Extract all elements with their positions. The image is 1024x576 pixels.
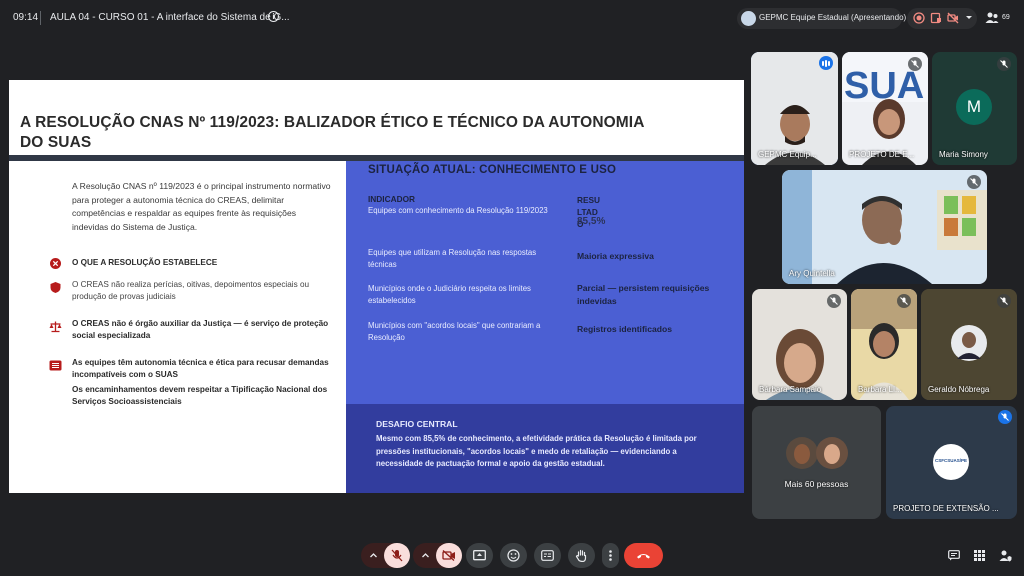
avatar: M xyxy=(956,89,992,125)
list-icon xyxy=(49,360,62,371)
indicator-column-header: INDICADOR xyxy=(368,194,416,204)
participant-tile[interactable]: M Maria Simony xyxy=(932,52,1017,165)
logo-text: CSFCSUAS/PE xyxy=(934,458,967,463)
participant-name: Geraldo Nóbrega xyxy=(928,385,990,394)
table-row-result: 85,5% xyxy=(577,216,606,227)
chevron-up-icon[interactable] xyxy=(369,551,378,560)
divider xyxy=(40,11,41,25)
present-screen-icon xyxy=(473,550,486,561)
participant-avatars xyxy=(786,437,848,469)
hand-icon xyxy=(575,549,587,562)
record-icon[interactable] xyxy=(913,12,925,24)
captions-button[interactable] xyxy=(534,543,561,568)
camera-off-icon xyxy=(442,550,455,561)
participant-tile[interactable]: Bárbara Sampaio xyxy=(752,289,847,400)
more-vert-icon xyxy=(609,550,612,561)
list-item-text: O QUE A RESOLUÇÃO ESTABELECE xyxy=(72,258,218,267)
desafio-heading: DESAFIO CENTRAL xyxy=(376,419,458,429)
chat-icon[interactable] xyxy=(948,550,960,561)
desafio-box: DESAFIO CENTRAL Mesmo com 85,5% de conhe… xyxy=(346,404,744,493)
more-participants-tile[interactable]: Mais 60 pessoas xyxy=(752,406,881,519)
table-row-result: Maioria expressiva xyxy=(577,251,654,261)
mic-toggle-group[interactable] xyxy=(361,543,410,568)
emoji-icon xyxy=(507,549,520,562)
situacao-heading: SITUAÇÃO ATUAL: CONHECIMENTO E USO xyxy=(368,164,617,176)
mic-off-icon xyxy=(908,57,922,71)
more-options-button[interactable] xyxy=(602,543,619,568)
presenter-avatar xyxy=(741,11,756,26)
meeting-title: AULA 04 - CURSO 01 - A interface do Sist… xyxy=(50,12,290,23)
activities-icon[interactable] xyxy=(974,550,985,561)
slide-right-column: SITUAÇÃO ATUAL: CONHECIMENTO E USO INDIC… xyxy=(346,161,744,493)
camera-off-icon[interactable] xyxy=(947,12,959,24)
participant-name: Barbara Ll... xyxy=(858,385,902,394)
reactions-button[interactable] xyxy=(500,543,527,568)
participant-tile[interactable]: Ary Quintella xyxy=(782,170,987,284)
presenting-label: GEPMC Equipe Estadual (Apresentando) xyxy=(759,13,907,22)
presenting-chip[interactable]: GEPMC Equipe Estadual (Apresentando) xyxy=(737,8,906,29)
clock: 09:14 xyxy=(13,12,39,23)
chevron-down-icon[interactable] xyxy=(963,12,975,24)
mic-off-icon xyxy=(997,294,1011,308)
participant-tile[interactable]: Barbara Ll... xyxy=(851,289,917,400)
table-row-indicator: Equipes com conhecimento da Resolução 11… xyxy=(368,206,548,215)
present-button[interactable] xyxy=(466,543,493,568)
camera-off-button[interactable] xyxy=(436,543,462,568)
participant-tile[interactable]: GEPMC Equip... xyxy=(751,52,838,165)
participant-video xyxy=(782,170,987,284)
table-row-indicator: Equipes que utilizam a Resolução nas res… xyxy=(368,248,537,269)
participant-name: PROJETO DE EXTENSÃO ... xyxy=(893,504,999,513)
camera-toggle-group[interactable] xyxy=(413,543,462,568)
slide-title: A RESOLUÇÃO CNAS Nº 119/2023: BALIZADOR … xyxy=(20,114,644,151)
speaking-indicator-icon xyxy=(819,56,833,70)
participant-tile[interactable]: Geraldo Nóbrega xyxy=(921,289,1017,400)
end-call-icon xyxy=(637,554,650,559)
people-icon xyxy=(985,12,999,23)
people-button[interactable]: 69 xyxy=(983,9,1015,28)
mic-off-icon xyxy=(827,294,841,308)
mic-off-icon xyxy=(997,57,1011,71)
participant-name: Bárbara Sampaio xyxy=(759,385,822,394)
table-row-result: Parcial — persistem requisições indevida… xyxy=(577,283,710,306)
participant-name: GEPMC Equip... xyxy=(758,150,817,159)
chevron-up-icon[interactable] xyxy=(421,551,430,560)
captions-icon xyxy=(541,550,554,561)
list-item-text: O CREAS não é órgão auxiliar da Justiça … xyxy=(72,319,329,340)
participant-name: PROJETO DE E... xyxy=(849,150,915,159)
list-item-text: As equipes têm autonomia técnica e ética… xyxy=(72,358,329,379)
participant-count: 69 xyxy=(1002,14,1010,21)
participant-tile[interactable]: CSFCSUAS/PE PROJETO DE EXTENSÃO ... xyxy=(886,406,1017,519)
presentation-slide: A RESOLUÇÃO CNAS Nº 119/2023: BALIZADOR … xyxy=(9,80,744,493)
intro-paragraph: A Resolução CNAS nº 119/2023 é o princip… xyxy=(72,181,331,232)
scale-icon xyxy=(49,321,62,333)
top-bar: 09:14 AULA 04 - CURSO 01 - A interface d… xyxy=(0,0,1024,36)
desafio-text: Mesmo com 85,5% de conhecimento, a efeti… xyxy=(376,434,697,468)
mic-off-icon xyxy=(897,294,911,308)
more-participants-label: Mais 60 pessoas xyxy=(784,479,849,489)
mic-off-icon xyxy=(998,410,1012,424)
x-circle-icon xyxy=(50,258,61,269)
host-controls-icon[interactable] xyxy=(999,549,1012,562)
mic-off-icon xyxy=(967,175,981,189)
participant-name: Ary Quintella xyxy=(789,269,835,278)
table-row-indicator: Municípios onde o Judiciário respeita os… xyxy=(368,284,531,305)
mic-off-button[interactable] xyxy=(384,543,410,568)
participant-tile[interactable]: SUA PROJETO DE E... xyxy=(842,52,928,165)
list-item-text: O CREAS não realiza perícias, oitivas, d… xyxy=(72,280,310,301)
host-controls[interactable] xyxy=(907,8,977,29)
info-icon[interactable]: i xyxy=(268,11,279,22)
shield-icon xyxy=(50,282,61,293)
mic-off-icon xyxy=(391,549,403,562)
list-item-text: Os encaminhamentos devem respeitar a Tip… xyxy=(72,385,328,406)
transcript-icon[interactable] xyxy=(930,12,942,24)
table-row-indicator: Municípios com "acordos locais" que cont… xyxy=(368,321,541,342)
participant-name: Maria Simony xyxy=(939,150,988,159)
table-row-result: Registros identificados xyxy=(577,324,673,334)
raise-hand-button[interactable] xyxy=(568,543,595,568)
leave-call-button[interactable] xyxy=(624,543,663,568)
slide-left-column: A Resolução CNAS nº 119/2023 é o princip… xyxy=(9,161,346,493)
